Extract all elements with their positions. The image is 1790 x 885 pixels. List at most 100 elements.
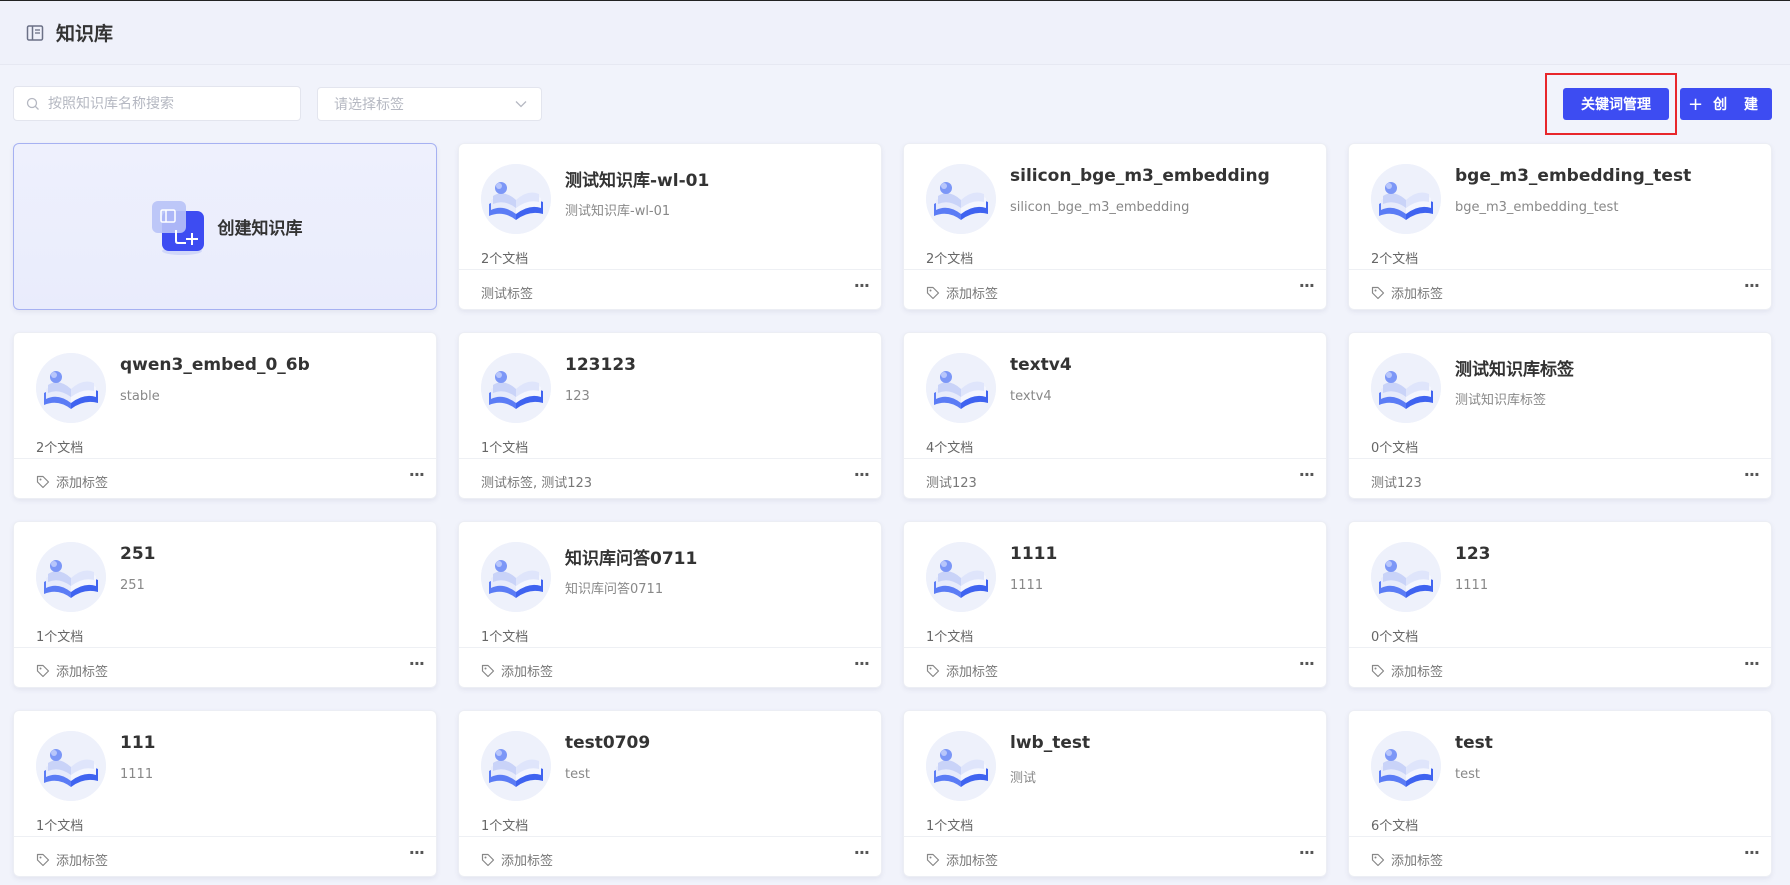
more-icon[interactable]: ··· (1299, 843, 1315, 862)
kb-doc-count: 0个文档 (1371, 630, 1419, 645)
kb-doc-count: 6个文档 (1371, 819, 1419, 834)
knowledge-base-card[interactable]: textv4 textv4 4个文档 测试123 ··· (903, 332, 1327, 499)
kb-card-footer: 添加标签 ··· (459, 836, 881, 877)
kb-card-footer: 测试标签 ··· (459, 269, 881, 310)
tag-icon (481, 664, 495, 678)
kb-description: 1111 (120, 767, 154, 782)
tag-icon (926, 853, 940, 867)
more-icon[interactable]: ··· (1744, 276, 1760, 295)
kb-book-icon (36, 542, 106, 612)
search-input[interactable] (48, 95, 288, 112)
kb-description: 1111 (1455, 578, 1489, 593)
knowledge-base-card[interactable]: silicon_bge_m3_embedding silicon_bge_m3_… (903, 143, 1327, 310)
more-icon[interactable]: ··· (854, 654, 870, 673)
knowledge-base-card[interactable]: qwen3_embed_0_6b stable 2个文档 添加标签 ··· (13, 332, 437, 499)
tag-icon (36, 853, 50, 867)
add-tag-button[interactable]: 添加标签 (1371, 283, 1443, 302)
add-tag-button[interactable]: 添加标签 (926, 283, 998, 302)
keyword-management-button[interactable]: 关键词管理 (1563, 88, 1669, 120)
tag-icon (1371, 853, 1385, 867)
more-icon[interactable]: ··· (409, 843, 425, 862)
tag-icon (1371, 286, 1385, 300)
kb-book-icon (926, 731, 996, 801)
tag-select[interactable]: 请选择标签 (317, 87, 542, 121)
add-tag-button[interactable]: 添加标签 (1371, 661, 1443, 680)
kb-name: textv4 (1010, 355, 1072, 375)
kb-book-icon (926, 353, 996, 423)
kb-tag-label: 添加标签 (56, 476, 109, 491)
more-icon[interactable]: ··· (1744, 465, 1760, 484)
more-icon[interactable]: ··· (1299, 276, 1315, 295)
kb-name: 测试知识库标签 (1455, 360, 1574, 380)
knowledge-base-card[interactable]: 123 1111 0个文档 添加标签 ··· (1348, 521, 1772, 688)
kb-tag-label: 添加标签 (1391, 665, 1444, 680)
tag-icon (481, 853, 495, 867)
knowledge-base-card[interactable]: 测试知识库标签 测试知识库标签 0个文档 测试123 ··· (1348, 332, 1772, 499)
kb-card-footer: 添加标签 ··· (14, 647, 436, 688)
kb-tag-label: 测试标签 (481, 287, 534, 302)
kb-card-footer: 测试标签, 测试123 ··· (459, 458, 881, 499)
kb-name: 123123 (565, 355, 636, 375)
kb-book-icon (1371, 542, 1441, 612)
create-knowledge-base-card[interactable]: 创建知识库 (13, 143, 437, 310)
kb-description: 测试 (1010, 771, 1037, 786)
more-icon[interactable]: ··· (854, 843, 870, 862)
kb-description: 1111 (1010, 578, 1044, 593)
add-tag-button[interactable]: 添加标签 (36, 661, 108, 680)
tag-icon (36, 664, 50, 678)
knowledge-base-card[interactable]: 111 1111 1个文档 添加标签 ··· (13, 710, 437, 877)
more-icon[interactable]: ··· (409, 465, 425, 484)
kb-tags[interactable]: 测试标签 (481, 283, 533, 302)
add-tag-button[interactable]: 添加标签 (481, 661, 553, 680)
more-icon[interactable]: ··· (854, 465, 870, 484)
toolbar: 请选择标签 关键词管理 + 创 建 (0, 73, 1790, 135)
kb-book-icon (481, 542, 551, 612)
knowledge-base-card[interactable]: 251 251 1个文档 添加标签 ··· (13, 521, 437, 688)
kb-name: test (1455, 733, 1493, 753)
kb-description: 知识库问答0711 (565, 582, 664, 597)
kb-doc-count: 2个文档 (1371, 252, 1419, 267)
kb-tags[interactable]: 测试标签, 测试123 (481, 472, 592, 491)
kb-name: lwb_test (1010, 733, 1091, 753)
kb-doc-count: 1个文档 (481, 441, 529, 456)
kb-name: 111 (120, 733, 156, 753)
book-icon (26, 24, 44, 41)
kb-tag-label: 添加标签 (946, 287, 999, 302)
knowledge-base-card[interactable]: 知识库问答0711 知识库问答0711 1个文档 添加标签 ··· (458, 521, 882, 688)
knowledge-base-card[interactable]: lwb_test 测试 1个文档 添加标签 ··· (903, 710, 1327, 877)
more-icon[interactable]: ··· (1744, 654, 1760, 673)
kb-doc-count: 1个文档 (36, 630, 84, 645)
knowledge-base-card[interactable]: 1111 1111 1个文档 添加标签 ··· (903, 521, 1327, 688)
kb-card-footer: 添加标签 ··· (14, 836, 436, 877)
add-tag-button[interactable]: 添加标签 (926, 850, 998, 869)
add-tag-button[interactable]: 添加标签 (926, 661, 998, 680)
tag-icon (1371, 664, 1385, 678)
add-tag-button[interactable]: 添加标签 (36, 472, 108, 491)
kb-name: 测试知识库-wl-01 (565, 171, 710, 191)
kb-card-footer: 添加标签 ··· (1349, 647, 1771, 688)
more-icon[interactable]: ··· (409, 654, 425, 673)
kb-book-icon (1371, 164, 1441, 234)
kb-card-footer: 测试123 ··· (1349, 458, 1771, 499)
knowledge-base-card[interactable]: 测试知识库-wl-01 测试知识库-wl-01 2个文档 测试标签 ··· (458, 143, 882, 310)
kb-doc-count: 0个文档 (1371, 441, 1419, 456)
knowledge-base-card[interactable]: test0709 test 1个文档 添加标签 ··· (458, 710, 882, 877)
kb-tags[interactable]: 测试123 (926, 472, 977, 491)
create-button[interactable]: + 创 建 (1680, 88, 1772, 120)
more-icon[interactable]: ··· (1744, 843, 1760, 862)
knowledge-base-card[interactable]: 123123 123 1个文档 测试标签, 测试123 ··· (458, 332, 882, 499)
kb-tag-label: 添加标签 (1391, 287, 1444, 302)
kb-tags[interactable]: 测试123 (1371, 472, 1422, 491)
add-tag-button[interactable]: 添加标签 (36, 850, 108, 869)
knowledge-base-card[interactable]: bge_m3_embedding_test bge_m3_embedding_t… (1348, 143, 1772, 310)
search-box[interactable] (13, 86, 301, 121)
kb-card-footer: 添加标签 ··· (14, 458, 436, 499)
kb-book-icon (36, 353, 106, 423)
add-tag-button[interactable]: 添加标签 (481, 850, 553, 869)
knowledge-base-card[interactable]: test test 6个文档 添加标签 ··· (1348, 710, 1772, 877)
more-icon[interactable]: ··· (1299, 465, 1315, 484)
more-icon[interactable]: ··· (1299, 654, 1315, 673)
kb-doc-count: 2个文档 (926, 252, 974, 267)
more-icon[interactable]: ··· (854, 276, 870, 295)
add-tag-button[interactable]: 添加标签 (1371, 850, 1443, 869)
